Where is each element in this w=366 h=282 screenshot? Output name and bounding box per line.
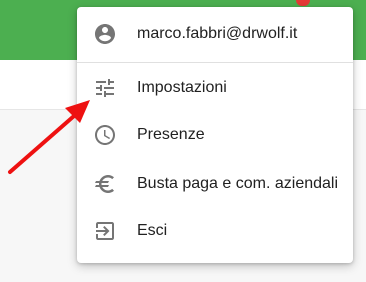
menu-item-label: Busta paga e com. aziendali (137, 175, 339, 192)
clock-icon (93, 123, 117, 147)
menu-item-label: Presenze (137, 126, 205, 143)
menu-divider (77, 62, 353, 63)
menu-item-impostazioni[interactable]: Impostazioni (77, 64, 353, 112)
account-circle-icon (93, 22, 117, 46)
user-menu: marco.fabbri@drwolf.it Impostazioni Pres… (77, 7, 353, 263)
menu-item-label: Impostazioni (137, 79, 227, 96)
notification-dot (296, 0, 310, 6)
menu-item-esci[interactable]: Esci (77, 207, 353, 255)
menu-item-busta-paga[interactable]: Busta paga e com. aziendali (77, 160, 353, 208)
menu-item-label: Esci (137, 222, 168, 239)
account-email: marco.fabbri@drwolf.it (137, 25, 298, 42)
account-row: marco.fabbri@drwolf.it (77, 7, 353, 61)
logout-icon (93, 219, 117, 243)
euro-icon (93, 172, 117, 196)
menu-item-presenze[interactable]: Presenze (77, 111, 353, 159)
settings-sliders-icon (93, 76, 117, 100)
